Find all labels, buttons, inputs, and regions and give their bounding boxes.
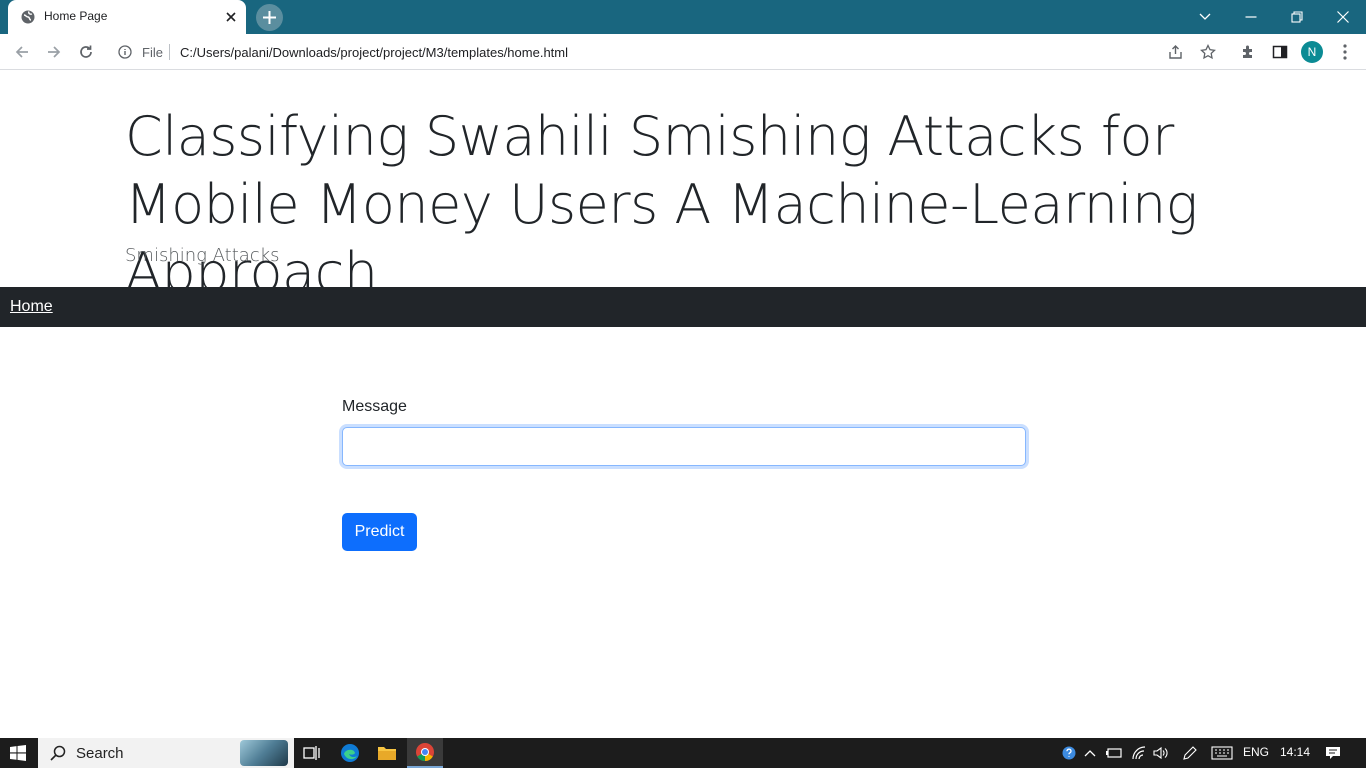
new-tab-button[interactable] [256, 4, 283, 31]
search-placeholder: Search [76, 745, 124, 762]
restore-button[interactable] [1274, 0, 1320, 34]
share-icon [1169, 45, 1182, 59]
volume-tray-button[interactable] [1150, 738, 1172, 768]
extensions-button[interactable] [1237, 41, 1259, 63]
page-viewport: Classifying Swahili Smishing Attacks for… [0, 71, 1366, 738]
notification-center-button[interactable] [1320, 738, 1346, 768]
page-title: Classifying Swahili Smishing Attacks for… [125, 105, 1198, 304]
close-icon[interactable] [222, 8, 240, 26]
taskview-icon [303, 746, 320, 760]
chevron-down-icon [1199, 13, 1211, 20]
url-text[interactable]: C:/Users/palani/Downloads/project/projec… [180, 45, 568, 60]
address-bar[interactable]: File C:/Users/palani/Downloads/project/p… [108, 38, 1196, 66]
globe-icon [21, 10, 35, 24]
clock[interactable]: 14:14 [1280, 745, 1310, 759]
windows-taskbar: Search ENG 14:14 [0, 738, 1366, 768]
plus-icon [263, 11, 276, 24]
message-label: Message [342, 398, 407, 415]
page-subtitle: Smishing Attacks [125, 245, 280, 266]
volume-icon [1153, 746, 1168, 760]
forward-icon [48, 46, 61, 58]
chrome-icon [416, 743, 434, 761]
reload-icon [80, 45, 92, 58]
close-window-button[interactable] [1320, 0, 1366, 34]
browser-titlebar: Home Page [0, 0, 1366, 34]
back-icon [15, 46, 28, 58]
caret-up-icon [1084, 750, 1096, 757]
task-view-button[interactable] [294, 738, 330, 768]
browser-tab[interactable]: Home Page [8, 0, 246, 34]
extensions-icon [1243, 45, 1252, 58]
network-tray-button[interactable] [1128, 738, 1150, 768]
omnibox-divider [169, 44, 170, 60]
browser-toolbar: File C:/Users/palani/Downloads/project/p… [0, 34, 1366, 70]
share-button[interactable] [1165, 41, 1187, 63]
minimize-button[interactable] [1228, 0, 1274, 34]
site-navbar: Home [0, 287, 1366, 327]
star-icon [1200, 44, 1216, 60]
help-tray-button[interactable] [1060, 738, 1078, 768]
windows-icon [10, 745, 26, 761]
restore-icon [1291, 11, 1303, 23]
search-icon [50, 745, 66, 766]
message-input[interactable] [342, 427, 1026, 466]
minimize-icon [1245, 16, 1257, 18]
battery-tray-button[interactable] [1102, 738, 1126, 768]
start-button[interactable] [0, 738, 36, 768]
search-highlight-image [240, 740, 288, 766]
side-panel-button[interactable] [1269, 41, 1291, 63]
bookmark-button[interactable] [1197, 41, 1219, 63]
language-indicator[interactable]: ENG [1243, 745, 1269, 759]
notification-icon [1326, 747, 1340, 759]
info-icon[interactable] [118, 45, 132, 64]
tab-search-button[interactable] [1182, 0, 1228, 34]
kebab-icon [1343, 44, 1347, 60]
profile-avatar[interactable]: N [1301, 41, 1323, 63]
nav-link-home[interactable]: Home [10, 298, 53, 316]
menu-button[interactable] [1334, 41, 1356, 63]
chrome-app[interactable] [407, 738, 443, 768]
scheme-label: File [142, 45, 163, 60]
sidepanel-icon [1272, 45, 1288, 59]
tab-title: Home Page [44, 9, 108, 23]
file-explorer-app[interactable] [369, 738, 405, 768]
wifi-icon [1132, 746, 1146, 760]
forward-button[interactable] [42, 40, 66, 64]
battery-icon [1106, 748, 1122, 758]
keyboard-icon [1211, 746, 1233, 760]
back-button[interactable] [10, 40, 34, 64]
edge-app[interactable] [332, 738, 368, 768]
close-icon [1337, 11, 1349, 23]
pen-tray-button[interactable] [1178, 738, 1202, 768]
folder-icon [378, 747, 396, 760]
hidden-icons-button[interactable] [1080, 738, 1100, 768]
keyboard-tray-button[interactable] [1208, 738, 1236, 768]
taskbar-search[interactable]: Search [38, 738, 294, 768]
help-icon [1062, 746, 1076, 760]
predict-button[interactable]: Predict [342, 513, 417, 551]
pen-icon [1183, 746, 1197, 760]
edge-icon [341, 744, 359, 762]
reload-button[interactable] [74, 40, 98, 64]
